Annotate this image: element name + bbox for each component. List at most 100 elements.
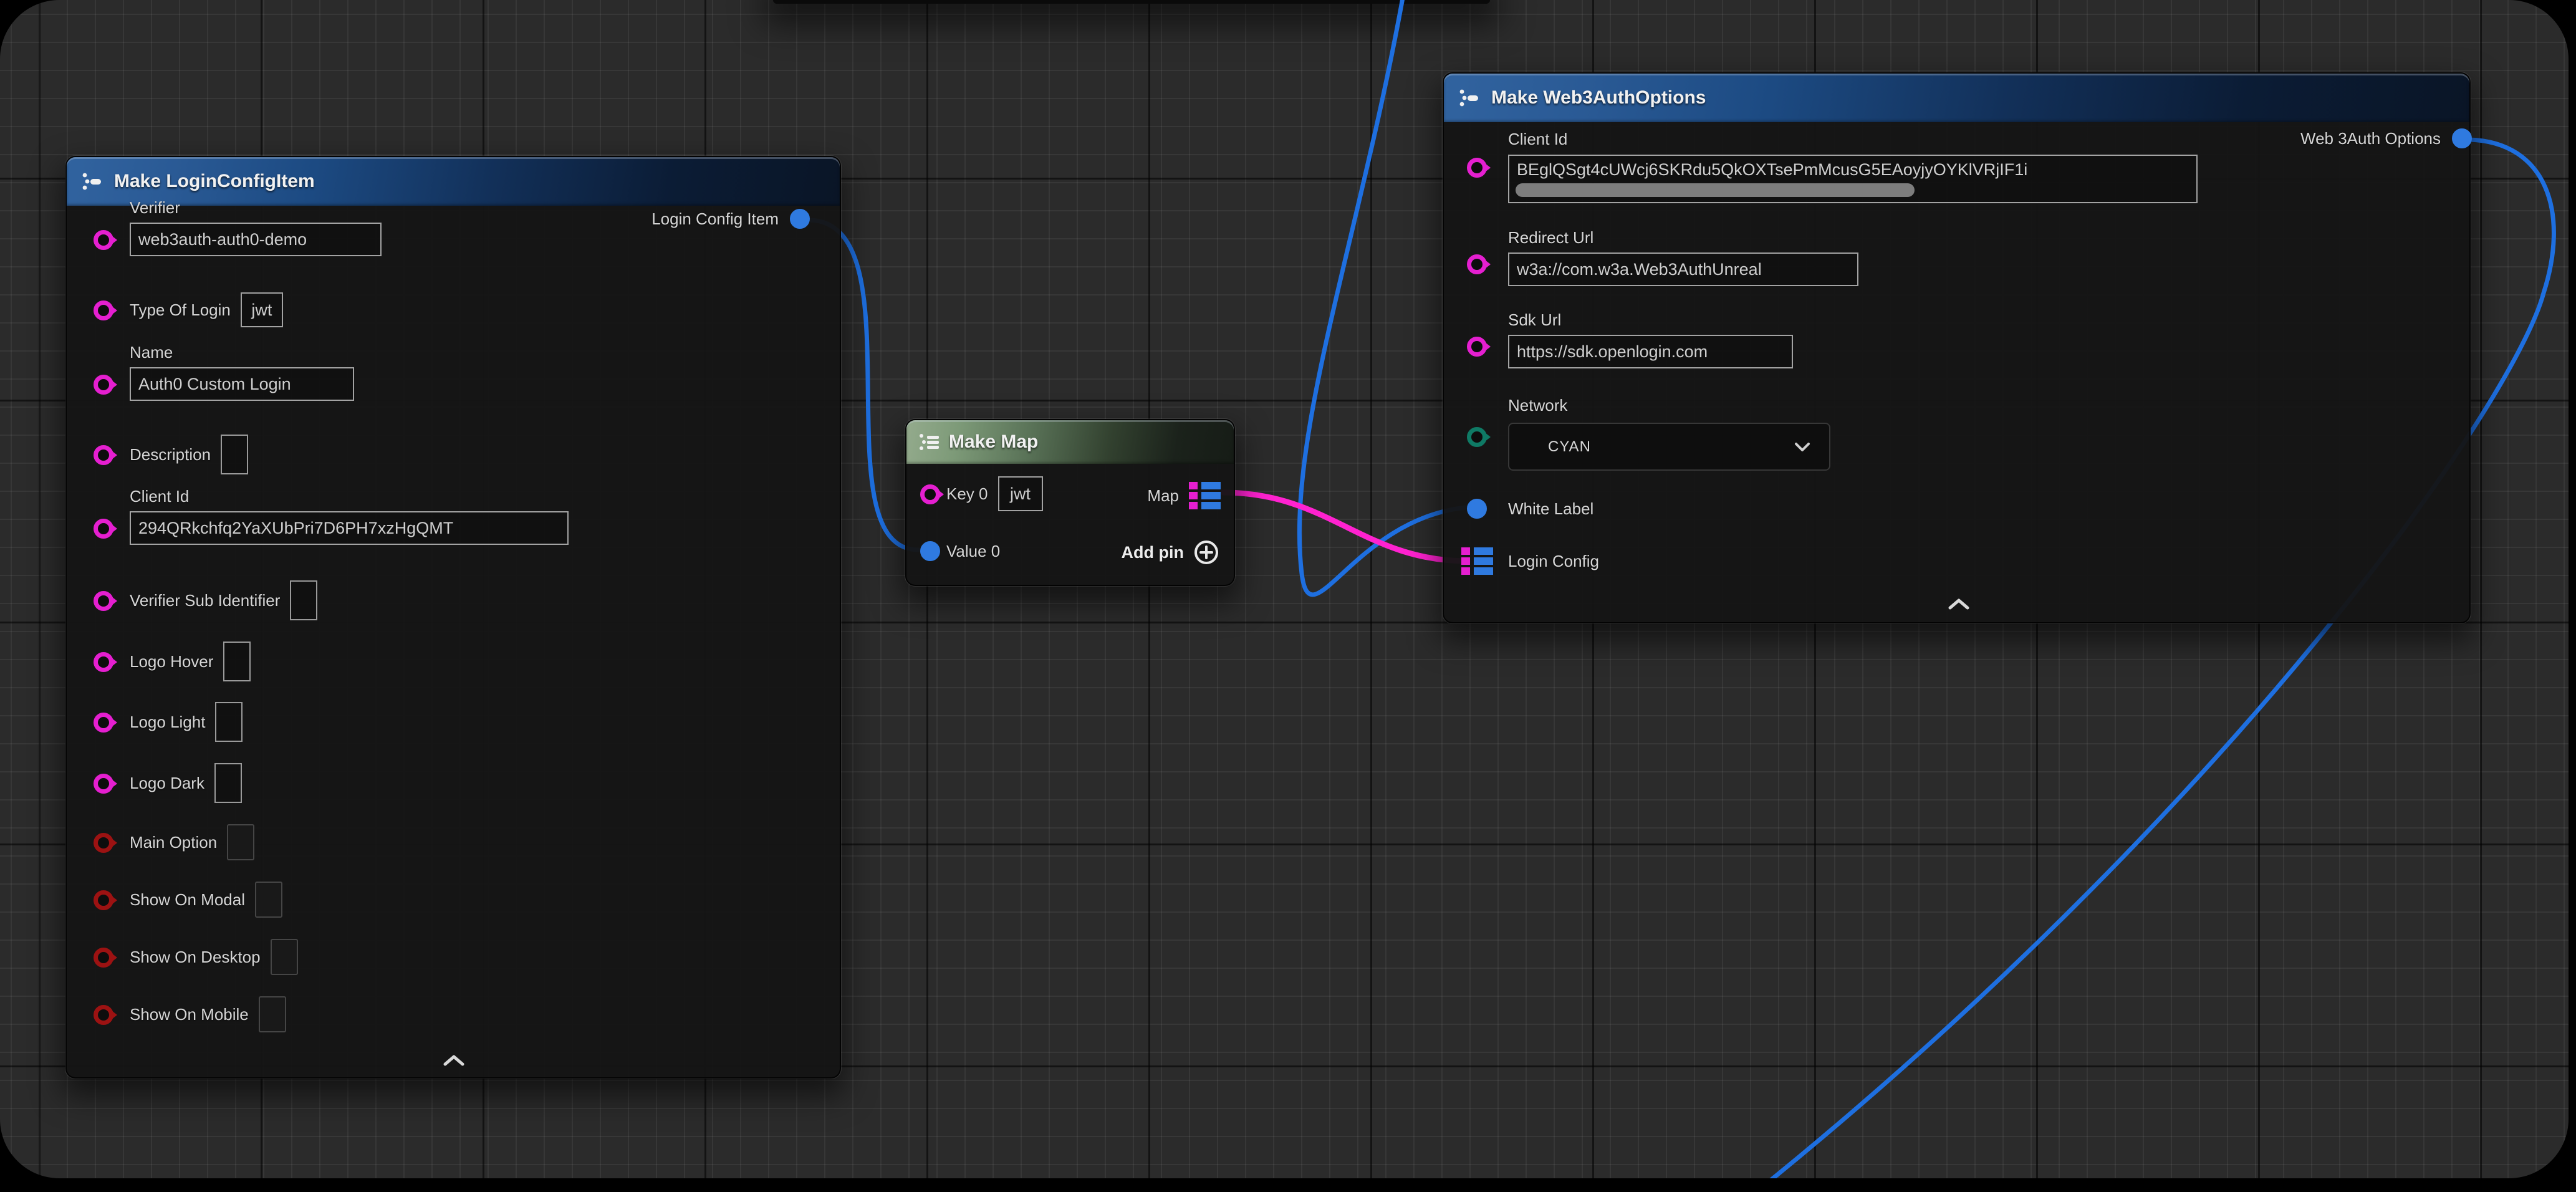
pin-name[interactable] (94, 375, 113, 395)
blueprint-graph-canvas[interactable]: Make LoginConfigItem Login Config Item V… (0, 0, 2569, 1178)
pin-client-id[interactable] (1467, 158, 1487, 178)
map-container-icon[interactable] (1189, 481, 1221, 511)
wire-top-to-whitelabel[interactable] (1299, 0, 1466, 595)
chevron-down-icon (1793, 441, 1812, 453)
client-id-scrollbar[interactable] (1516, 183, 1915, 197)
row-value-0: Value 0 (946, 532, 1000, 570)
name-input[interactable]: Auth0 Custom Login (130, 367, 354, 401)
row-description: Description (130, 436, 248, 473)
row-verifier-sub-identifier: Verifier Sub Identifier (130, 582, 317, 619)
show-on-mobile-checkbox[interactable] (259, 996, 286, 1032)
node-make-loginconfigitem[interactable]: Make LoginConfigItem Login Config Item V… (65, 156, 841, 1079)
row-show-on-modal: Show On Modal (130, 881, 282, 918)
sdk-url-input[interactable]: https://sdk.openlogin.com (1508, 335, 1793, 368)
node-title: Make LoginConfigItem (114, 171, 315, 192)
pin-label: Main Option (130, 833, 217, 852)
key-0-input[interactable]: jwt (998, 476, 1043, 511)
pin-label: Verifier (130, 198, 382, 218)
pin-show-on-modal[interactable] (94, 890, 113, 910)
field-name-group: Name Auth0 Custom Login (130, 343, 354, 401)
row-key-0: Key 0 jwt (946, 475, 1043, 512)
field-redirect-url-group: Redirect Url w3a://com.w3a.Web3AuthUnrea… (1508, 228, 1858, 286)
pin-sdk-url[interactable] (1467, 337, 1487, 357)
main-option-checkbox[interactable] (227, 824, 254, 860)
pin-login-config[interactable] (1461, 547, 1494, 576)
node-header[interactable]: Make Web3AuthOptions (1444, 74, 2469, 122)
pin-label: Sdk Url (1508, 310, 1793, 330)
pin-label: Name (130, 343, 354, 362)
network-selected-value: CYAN (1548, 438, 1793, 456)
node-make-map[interactable]: Make Map Key 0 jwt Map Value 0 Add pin (905, 419, 1235, 586)
pin-label: Show On Modal (130, 890, 245, 910)
output-row: Login Config Item (651, 209, 810, 229)
pin-white-label[interactable] (1467, 499, 1487, 519)
field-verifier-group: Verifier web3auth-auth0-demo (130, 198, 382, 256)
circled-plus-icon (1193, 539, 1220, 566)
row-logo-dark: Logo Dark (130, 764, 242, 802)
field-sdk-url-group: Sdk Url https://sdk.openlogin.com (1508, 310, 1793, 368)
logo-light-input[interactable] (215, 702, 243, 742)
pin-label: Login Config (1508, 552, 1599, 571)
verifier-sub-identifier-input[interactable] (290, 580, 317, 620)
pin-label: Description (130, 445, 211, 464)
logo-hover-input[interactable] (223, 642, 251, 681)
add-pin-button[interactable]: Add pin (1122, 539, 1220, 566)
client-id-input[interactable]: 294QRkchfq2YaXUbPri7D6PH7xzHgQMT (130, 511, 569, 545)
row-white-label: White Label (1508, 490, 1593, 527)
chevron-up-icon[interactable] (441, 1054, 467, 1067)
pin-network[interactable] (1467, 427, 1487, 447)
pin-label: Logo Hover (130, 652, 213, 671)
pin-label: Value 0 (946, 542, 1000, 561)
row-show-on-desktop: Show On Desktop (130, 938, 298, 976)
chevron-up-icon[interactable] (1946, 597, 1972, 611)
pin-verifier-sub-identifier[interactable] (94, 591, 113, 611)
pin-web3auth-options-out[interactable] (2452, 128, 2472, 148)
row-logo-hover: Logo Hover (130, 643, 251, 680)
add-pin-label: Add pin (1122, 543, 1184, 562)
node-title: Make Web3AuthOptions (1491, 87, 1706, 108)
row-logo-light: Logo Light (130, 703, 243, 741)
pin-label: White Label (1508, 499, 1593, 519)
pin-logo-dark[interactable] (94, 774, 113, 794)
pin-main-option[interactable] (94, 833, 113, 853)
row-show-on-mobile: Show On Mobile (130, 996, 286, 1033)
verifier-input[interactable]: web3auth-auth0-demo (130, 223, 382, 256)
pin-label: Client Id (130, 487, 569, 506)
logo-dark-input[interactable] (214, 763, 242, 803)
node-make-web3authoptions[interactable]: Make Web3AuthOptions Web 3Auth Options C… (1443, 72, 2471, 623)
pin-label: Verifier Sub Identifier (130, 591, 280, 610)
make-struct-icon (80, 170, 103, 193)
pin-description[interactable] (94, 445, 113, 465)
pin-show-on-desktop[interactable] (94, 948, 113, 968)
pin-label: Show On Desktop (130, 948, 261, 967)
pin-key-0[interactable] (920, 484, 940, 504)
show-on-modal-checkbox[interactable] (255, 882, 282, 918)
wire-map-to-loginconfig[interactable] (1223, 493, 1468, 561)
pin-logo-light[interactable] (94, 713, 113, 733)
field-client-id-group: Client Id 294QRkchfq2YaXUbPri7D6PH7xzHgQ… (130, 487, 569, 545)
pin-login-config-item-out[interactable] (790, 209, 810, 229)
type-of-login-input[interactable]: jwt (241, 292, 283, 327)
pin-client-id[interactable] (94, 519, 113, 539)
pin-label: Client Id (1508, 130, 1567, 149)
network-dropdown[interactable]: CYAN (1508, 423, 1830, 471)
show-on-desktop-checkbox[interactable] (271, 939, 298, 975)
pin-label: Network (1508, 396, 1567, 415)
client-id-input[interactable]: BEglQSgt4cUWcj6SKRdu5QkOXTsePmMcusG5EAoy… (1508, 155, 2198, 203)
pin-logo-hover[interactable] (94, 652, 113, 672)
row-login-config: Login Config (1508, 542, 1599, 580)
pin-show-on-mobile[interactable] (94, 1005, 113, 1025)
pin-type-of-login[interactable] (94, 300, 113, 320)
output-row: Web 3Auth Options (2300, 128, 2472, 148)
offscreen-node-shadow (773, 0, 1490, 4)
node-header[interactable]: Make Map (906, 420, 1234, 464)
pin-label: Redirect Url (1508, 228, 1858, 248)
pin-value-0[interactable] (920, 541, 940, 561)
pin-redirect-url[interactable] (1467, 254, 1487, 274)
node-title: Make Map (949, 431, 1038, 453)
make-map-icon (918, 431, 940, 453)
row-main-option: Main Option (130, 824, 254, 861)
redirect-url-input[interactable]: w3a://com.w3a.Web3AuthUnreal (1508, 252, 1858, 286)
description-input[interactable] (221, 435, 248, 474)
pin-verifier[interactable] (94, 230, 113, 250)
